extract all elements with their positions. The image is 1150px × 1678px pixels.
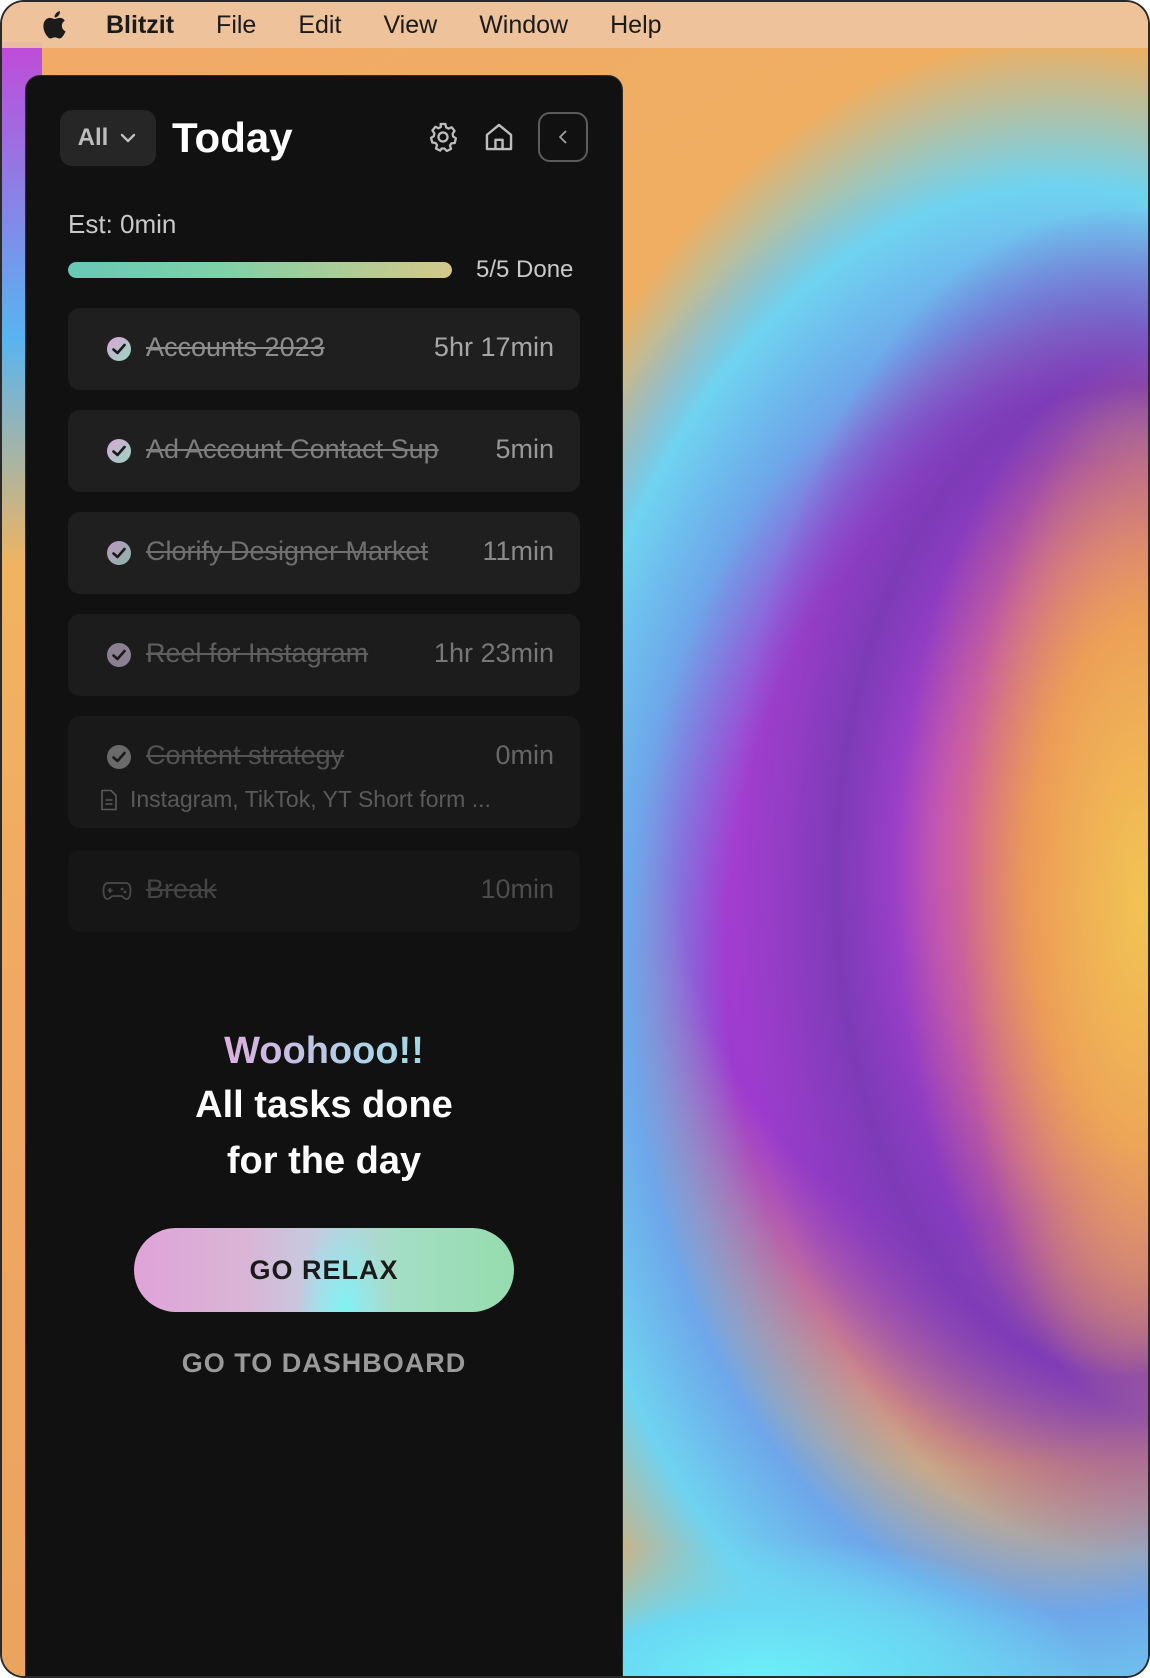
menu-bar: Blitzit File Edit View Window Help xyxy=(2,2,1148,48)
done-count: 5/5 Done xyxy=(476,256,574,283)
check-icon[interactable] xyxy=(106,336,132,362)
menu-file[interactable]: File xyxy=(216,11,256,40)
progress-fill xyxy=(68,262,452,278)
task-item[interactable]: Reel for Instagram 1hr 23min xyxy=(68,614,580,696)
task-name: Break xyxy=(146,874,217,904)
task-duration: 5hr 17min xyxy=(433,332,554,362)
task-note-text: Instagram, TikTok, YT Short form ... xyxy=(130,786,491,812)
task-item[interactable]: Break 10min xyxy=(68,850,580,932)
task-item[interactable]: Content strategy 0min Instagram, TikTok,… xyxy=(68,716,580,828)
check-icon[interactable] xyxy=(106,540,132,566)
filter-dropdown[interactable]: All xyxy=(60,110,156,166)
menu-app-name[interactable]: Blitzit xyxy=(106,11,174,40)
estimate-label: Est: 0min xyxy=(68,209,177,239)
panel-header: All Today xyxy=(60,110,590,166)
collapse-panel-button[interactable] xyxy=(538,112,588,162)
task-name: Ad Account Contact Sup xyxy=(146,434,439,464)
chevron-down-icon xyxy=(121,133,136,143)
task-duration: 11min xyxy=(482,536,554,566)
gear-icon xyxy=(429,122,458,153)
task-name: Accounts 2023 xyxy=(146,332,325,362)
document-icon xyxy=(101,789,117,810)
task-duration: 1hr 23min xyxy=(433,638,554,668)
menu-help[interactable]: Help xyxy=(610,11,661,40)
today-panel: All Today Est: 0min 5/5 Done Accounts 20… xyxy=(26,76,622,1676)
check-icon[interactable] xyxy=(106,642,132,668)
gamepad-icon xyxy=(102,882,132,900)
celebration-line-2: for the day xyxy=(226,1140,422,1182)
desktop-screen: Blitzit File Edit View Window Help All T… xyxy=(2,2,1148,1676)
task-duration: 5min xyxy=(495,434,554,464)
progress-bar xyxy=(68,262,452,278)
task-item[interactable]: Accounts 2023 5hr 17min xyxy=(68,308,580,390)
task-note: Instagram, TikTok, YT Short form ... xyxy=(100,786,491,813)
task-name: Content strategy xyxy=(146,740,345,770)
page-title: Today xyxy=(172,114,293,161)
menu-view[interactable]: View xyxy=(383,11,437,40)
menu-window[interactable]: Window xyxy=(479,11,568,40)
task-duration: 0min xyxy=(495,740,554,770)
home-button[interactable] xyxy=(476,114,522,160)
task-name: Reel for Instagram xyxy=(146,638,369,668)
task-item[interactable]: Ad Account Contact Sup 5min xyxy=(68,410,580,492)
check-icon[interactable] xyxy=(106,438,132,464)
task-duration: 10min xyxy=(480,874,554,904)
wallpaper-highlight xyxy=(562,1422,1148,1676)
check-icon[interactable] xyxy=(106,744,132,770)
celebration-line-1: All tasks done xyxy=(195,1084,453,1126)
filter-value: All xyxy=(77,124,109,151)
menu-edit[interactable]: Edit xyxy=(298,11,341,40)
go-relax-button[interactable]: GO RELAX xyxy=(134,1228,514,1312)
go-to-dashboard-link[interactable]: GO TO DASHBOARD xyxy=(26,1348,622,1379)
task-item[interactable]: Clorify Designer Market 11min xyxy=(68,512,580,594)
settings-button[interactable] xyxy=(420,114,466,160)
celebration-headline: Woohooo!! xyxy=(26,1026,622,1076)
home-icon xyxy=(485,123,513,151)
apple-logo-icon[interactable] xyxy=(40,9,72,41)
chevron-left-icon xyxy=(559,130,567,144)
task-name: Clorify Designer Market xyxy=(146,536,429,566)
